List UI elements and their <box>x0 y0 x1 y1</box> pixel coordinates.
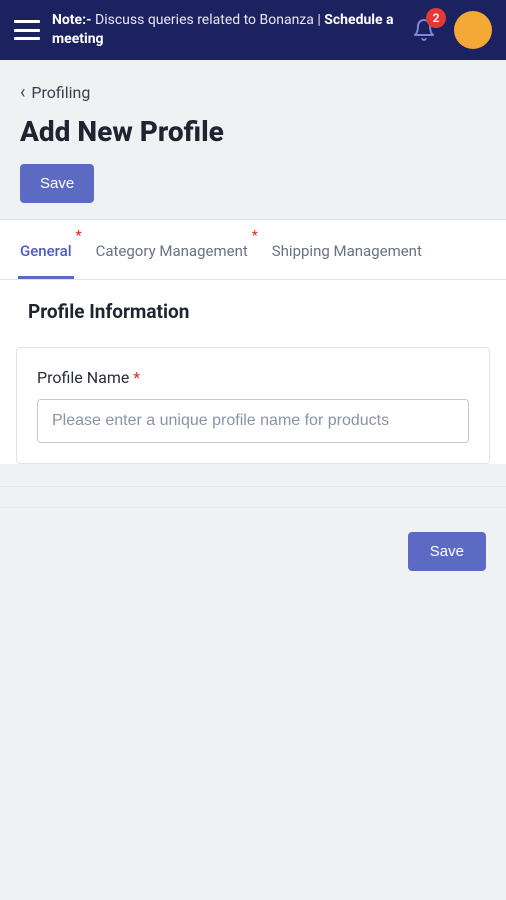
header-note: Note:- Discuss queries related to Bonanz… <box>52 11 394 49</box>
save-button[interactable]: Save <box>20 164 94 203</box>
notification-badge: 2 <box>426 8 446 28</box>
breadcrumb[interactable]: ‹ Profiling <box>20 82 90 103</box>
main-card: General * Category Management * Shipping… <box>0 219 506 464</box>
tabs: General * Category Management * Shipping… <box>0 220 506 280</box>
chevron-left-icon: ‹ <box>20 82 25 103</box>
breadcrumb-label: Profiling <box>31 83 90 102</box>
avatar[interactable] <box>454 11 492 49</box>
note-prefix: Note:- <box>52 12 92 28</box>
tab-label: Category Management <box>96 242 248 260</box>
page-header-area: ‹ Profiling Add New Profile Save <box>0 60 506 219</box>
notifications-button[interactable]: 2 <box>406 12 442 48</box>
section-title: Profile Information <box>0 280 506 333</box>
profile-info-card: Profile Name * <box>16 347 490 464</box>
footer-bar: Save <box>0 508 506 595</box>
divider <box>0 486 506 508</box>
menu-icon[interactable] <box>14 20 40 40</box>
tab-label: General <box>20 242 72 260</box>
tab-label: Shipping Management <box>272 242 422 260</box>
tab-shipping-management[interactable]: Shipping Management <box>270 220 424 279</box>
page-title: Add New Profile <box>20 115 486 148</box>
required-mark: * <box>75 228 81 244</box>
tab-general[interactable]: General * <box>18 220 74 279</box>
required-mark: * <box>252 228 258 244</box>
profile-name-label: Profile Name * <box>37 368 469 387</box>
profile-name-input[interactable] <box>37 399 469 443</box>
note-text: Discuss queries related to Bonanza | <box>95 12 321 28</box>
save-button-bottom[interactable]: Save <box>408 532 486 571</box>
required-mark: * <box>133 368 140 387</box>
tab-category-management[interactable]: Category Management * <box>94 220 250 279</box>
app-header: Note:- Discuss queries related to Bonanz… <box>0 0 506 60</box>
